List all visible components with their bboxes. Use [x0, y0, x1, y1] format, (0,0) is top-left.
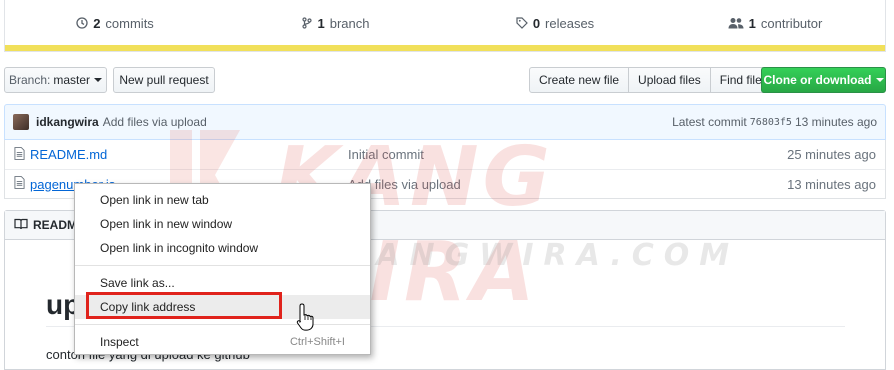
releases-count: 0 — [532, 15, 541, 31]
releases-link[interactable]: 0 releases — [445, 16, 665, 31]
file-commit-message[interactable]: Add files via upload — [348, 177, 787, 192]
branch-value: master — [53, 73, 91, 87]
menu-item-inspect[interactable]: Inspect Ctrl+Shift+I — [75, 330, 370, 354]
commits-link[interactable]: 2 commits — [5, 16, 225, 31]
branch-label: Branch: — [8, 73, 51, 87]
latest-commit-label: Latest commit — [672, 115, 747, 129]
chevron-down-icon — [94, 78, 103, 82]
menu-item-label: Inspect — [100, 335, 139, 349]
menu-item-open-new-window[interactable]: Open link in new window — [75, 212, 370, 236]
branch-icon — [301, 17, 313, 29]
table-row: README.md Initial commit 25 minutes ago — [5, 140, 885, 169]
language-bar — [5, 45, 885, 51]
contributors-label: contributor — [760, 15, 823, 31]
commit-age: 13 minutes ago — [794, 115, 877, 129]
branches-count: 1 — [317, 15, 325, 31]
create-new-file-button[interactable]: Create new file — [529, 67, 630, 93]
releases-label: releases — [545, 15, 595, 31]
clone-download-button[interactable]: Clone or download — [761, 67, 886, 93]
chevron-down-icon — [875, 78, 884, 82]
clone-label: Clone or download — [763, 73, 872, 87]
commits-count: 2 — [93, 15, 101, 31]
file-age: 13 minutes ago — [787, 176, 876, 192]
file-icon — [14, 146, 26, 163]
menu-item-copy-link[interactable]: Copy link address — [75, 295, 370, 319]
file-name-link[interactable]: README.md — [30, 147, 348, 162]
menu-item-label: Save link as... — [100, 276, 175, 290]
menu-item-label: Open link in new tab — [100, 193, 209, 207]
upload-files-button[interactable]: Upload files — [628, 67, 711, 93]
menu-item-label: Open link in new window — [100, 217, 233, 231]
branches-link[interactable]: 1 branch — [225, 16, 445, 31]
menu-item-label: Copy link address — [100, 300, 196, 314]
menu-item-save-link[interactable]: Save link as... — [75, 271, 370, 295]
branch-select-button[interactable]: Branch: master — [4, 67, 107, 93]
commits-label: commits — [105, 15, 154, 31]
menu-item-label: Open link in incognito window — [100, 241, 259, 255]
menu-separator — [75, 324, 370, 325]
file-icon — [14, 176, 26, 192]
file-commit-message[interactable]: Initial commit — [348, 147, 787, 162]
mouse-pointer-icon — [296, 303, 314, 331]
menu-separator — [75, 265, 370, 266]
file-actions-group: Create new file Upload files Find file — [529, 67, 772, 93]
commit-sha[interactable]: 76803f5 — [750, 117, 792, 128]
new-pull-request-button[interactable]: New pull request — [113, 67, 215, 93]
contributors-link[interactable]: 1 contributor — [665, 16, 885, 31]
menu-item-open-new-tab[interactable]: Open link in new tab — [75, 188, 370, 212]
history-icon — [76, 17, 88, 29]
menu-item-shortcut: Ctrl+Shift+I — [289, 336, 345, 348]
commit-message[interactable]: Add files via upload — [103, 115, 207, 129]
menu-item-open-incognito[interactable]: Open link in incognito window — [75, 236, 370, 260]
avatar[interactable] — [13, 114, 29, 130]
file-age: 25 minutes ago — [787, 147, 876, 162]
repo-summary-bar: 2 commits 1 branch 0 releases 1 contribu… — [4, 0, 886, 52]
people-icon — [728, 17, 744, 29]
tag-icon — [516, 17, 528, 29]
latest-commit-bar: idkangwira Add files via upload Latest c… — [4, 104, 886, 140]
contributors-count: 1 — [748, 15, 756, 31]
context-menu: Open link in new tab Open link in new wi… — [74, 183, 371, 355]
book-icon — [14, 218, 28, 233]
commit-author[interactable]: idkangwira — [36, 115, 99, 129]
branches-label: branch — [329, 15, 370, 31]
